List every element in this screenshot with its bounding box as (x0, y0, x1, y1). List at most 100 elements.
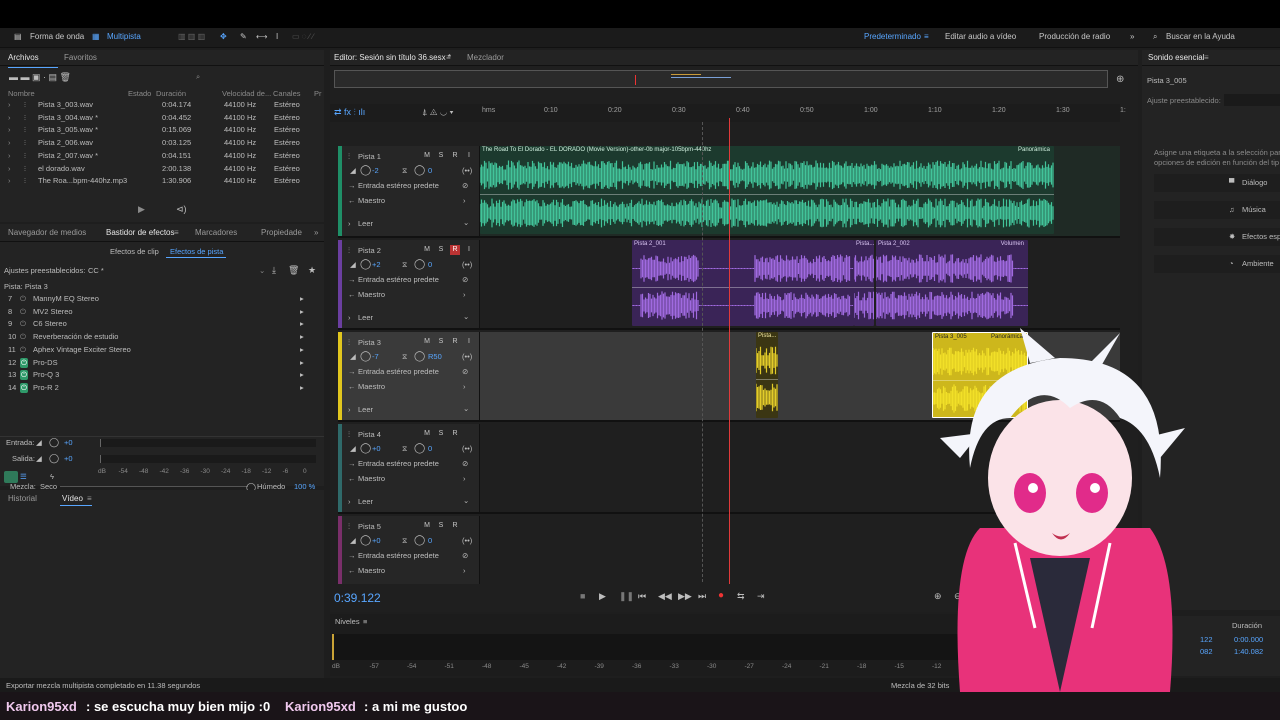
audio-clip[interactable]: The Road To El Dorado - EL DORADO (Movie… (480, 146, 1054, 234)
col-status[interactable]: Estado (128, 89, 151, 98)
track-input-monitor-button[interactable]: I (464, 337, 474, 347)
track-m-button[interactable]: M (422, 151, 432, 161)
tab-editor[interactable]: Editor: Sesión sin título 36.sesx * (334, 53, 451, 62)
expand-chevron-icon[interactable]: › (8, 125, 11, 134)
tab-favorites[interactable]: Favoritos (64, 53, 97, 62)
pan-knob[interactable]: ◯ (414, 259, 425, 270)
track-header[interactable]: ⫶ Pista 1 M S R I ◢ ◯ -2 ⧖ ◯ 0 (••) → Entrada estéreo … (338, 146, 480, 236)
effect-power-icon[interactable]: ⏻ (20, 370, 28, 381)
track-name[interactable]: Pista 5 (358, 522, 381, 531)
mix-slider-track[interactable] (60, 486, 248, 487)
file-filter-icon[interactable]: ⌕ (196, 72, 200, 82)
sel-duration[interactable]: 0:00.000 (1234, 635, 1263, 644)
file-row[interactable]: › ⫶ Pista 3_004.wav * 0:04.452 44100 Hz Estér… (0, 113, 318, 126)
track-input[interactable]: Entrada estéreo predete (358, 275, 439, 284)
file-row[interactable]: › ⫶ Pista 3_003.wav 0:04.174 44100 Hz Estéreo (0, 100, 318, 113)
track-pan[interactable]: 0 (428, 536, 432, 545)
view-duration[interactable]: 1:40.082 (1234, 647, 1263, 656)
track-m-button[interactable]: M (422, 337, 432, 347)
automation-chevron-icon[interactable]: ⌄ (463, 218, 469, 227)
play-preview-icon[interactable]: ▶ (138, 204, 145, 215)
tab-properties[interactable]: Propiedade (261, 228, 302, 237)
clip-envelope-label[interactable]: Panorámica (1018, 147, 1050, 153)
volume-icon[interactable]: ⊲) (176, 204, 187, 215)
waveform-icon[interactable]: ▤ (14, 32, 22, 41)
help-search-input[interactable]: Buscar en la Ayuda (1166, 32, 1235, 41)
track-input[interactable]: Entrada estéreo predete (358, 551, 439, 560)
effect-power-icon[interactable]: ⏻ (20, 319, 26, 329)
volume-envelope[interactable] (480, 194, 1054, 195)
automation-mode[interactable]: Leer (358, 219, 373, 228)
volume-knob[interactable]: ◯ (360, 259, 371, 270)
time-ruler[interactable]: ⇄ fx ⫶ ılı ⍋ ◬ ◡ ▾ hms 0:10 0:20 0:30 0:40 0:… (330, 104, 1126, 122)
workspace-radio[interactable]: Producción de radio (1039, 32, 1110, 41)
extra-tools-icon[interactable]: ▭ ◌ ∕ ∕ (292, 32, 314, 41)
effect-power-icon[interactable]: ⏻ (20, 357, 28, 368)
automation-chevron-icon[interactable]: ⌄ (463, 404, 469, 413)
track-r-button[interactable]: R (450, 245, 460, 255)
tab-media-browser[interactable]: Navegador de medios (8, 228, 86, 237)
track-input[interactable]: Entrada estéreo predete (358, 459, 439, 468)
move-tool-icon[interactable]: ✥ (220, 32, 227, 41)
track-s-button[interactable]: S (436, 337, 446, 347)
workspace-default[interactable]: Predeterminado (864, 32, 921, 41)
output-chevron-icon[interactable]: › (463, 566, 466, 575)
track-volume[interactable]: -7 (372, 352, 379, 361)
effect-arrow-icon[interactable]: ▸ (300, 383, 304, 392)
record-icon[interactable]: ● (718, 590, 724, 601)
input-knob[interactable]: ◯ (49, 437, 59, 448)
track-volume[interactable]: +0 (372, 536, 381, 545)
sum-to-mono-icon[interactable]: (••) (462, 166, 472, 175)
input-disabled-icon[interactable]: ⊘ (462, 275, 468, 284)
pause-icon[interactable]: ❚❚ (619, 591, 634, 602)
presets-dropdown[interactable]: CC * (88, 266, 104, 275)
track-volume[interactable]: -2 (372, 166, 379, 175)
track-s-button[interactable]: S (436, 245, 446, 255)
input-disabled-icon[interactable]: ⊘ (462, 181, 468, 190)
track-input[interactable]: Entrada estéreo predete (358, 367, 439, 376)
track-grip-icon[interactable]: ⫶ (348, 338, 350, 348)
output-chevron-icon[interactable]: › (463, 290, 466, 299)
automation-mode[interactable]: Leer (358, 405, 373, 414)
track-grip-icon[interactable]: ⫶ (348, 430, 350, 440)
col-duration[interactable]: Duración (156, 89, 186, 98)
tab-history[interactable]: Historial (8, 494, 37, 503)
sfx-button[interactable]: ✸ Efectos esp (1154, 228, 1280, 246)
automation-expand-icon[interactable]: › (348, 219, 351, 228)
track-tools-icons[interactable]: ⇄ fx ⫶ ılı (334, 107, 365, 118)
automation-expand-icon[interactable]: › (348, 313, 351, 322)
audio-clip[interactable]: Pista 2_001 (632, 240, 854, 326)
track-lane[interactable]: The Road To El Dorado - EL DORADO (Movie… (480, 146, 1120, 236)
pan-knob[interactable]: ◯ (414, 351, 425, 362)
track-r-button[interactable]: R (450, 521, 460, 531)
track-output[interactable]: Maestro (358, 474, 385, 483)
clip-envelope-label[interactable]: Volumen (1001, 241, 1024, 247)
track-volume[interactable]: +2 (372, 260, 381, 269)
effect-arrow-icon[interactable]: ▸ (300, 358, 304, 367)
output-knob[interactable]: ◯ (49, 453, 59, 464)
sum-to-mono-icon[interactable]: (••) (462, 536, 472, 545)
input-disabled-icon[interactable]: ⊘ (462, 367, 468, 376)
file-row[interactable]: › ⫶ Pista 2_007.wav * 0:04.151 44100 Hz Estér… (0, 151, 318, 164)
tab-clip-effects[interactable]: Efectos de clip (110, 247, 159, 256)
effects-rack-menu-icon[interactable]: ≡ (174, 228, 179, 237)
overview-navigator[interactable] (334, 70, 1108, 88)
effect-slot[interactable]: 13 ⏻ Pro-Q 3 ▸ (0, 370, 320, 383)
audio-clip[interactable]: Pista 2_002 Volumen (876, 240, 1028, 326)
track-header[interactable]: ⫶ Pista 2 M S R I ◢ ◯ +2 ⧖ ◯ 0 (••) → Entrada estéreo … (338, 240, 480, 328)
track-lane[interactable]: Pista 2_001 Pista... Pista 2_002 Volumen (480, 240, 1120, 328)
sel-end[interactable]: 082 (1200, 647, 1213, 656)
track-output[interactable]: Maestro (358, 566, 385, 575)
automation-chevron-icon[interactable]: ⌄ (463, 312, 469, 321)
effect-slot[interactable]: 10 ⏻ Reverberación de estudio ▸ (0, 332, 320, 345)
workspace-video[interactable]: Editar audio a vídeo (945, 32, 1016, 41)
effect-arrow-icon[interactable]: ▸ (300, 332, 304, 341)
expand-chevron-icon[interactable]: › (8, 164, 11, 173)
track-m-button[interactable]: M (422, 429, 432, 439)
volume-envelope[interactable] (876, 287, 1028, 288)
track-header[interactable]: ⫶ Pista 3 M S R I ◢ ◯ -7 ⧖ ◯ R50 (••) → Entrada estére… (338, 332, 480, 420)
track-s-button[interactable]: S (436, 429, 446, 439)
volume-knob[interactable]: ◯ (360, 351, 371, 362)
more-workspaces-icon[interactable]: » (1130, 32, 1134, 41)
effect-arrow-icon[interactable]: ▸ (300, 307, 304, 316)
